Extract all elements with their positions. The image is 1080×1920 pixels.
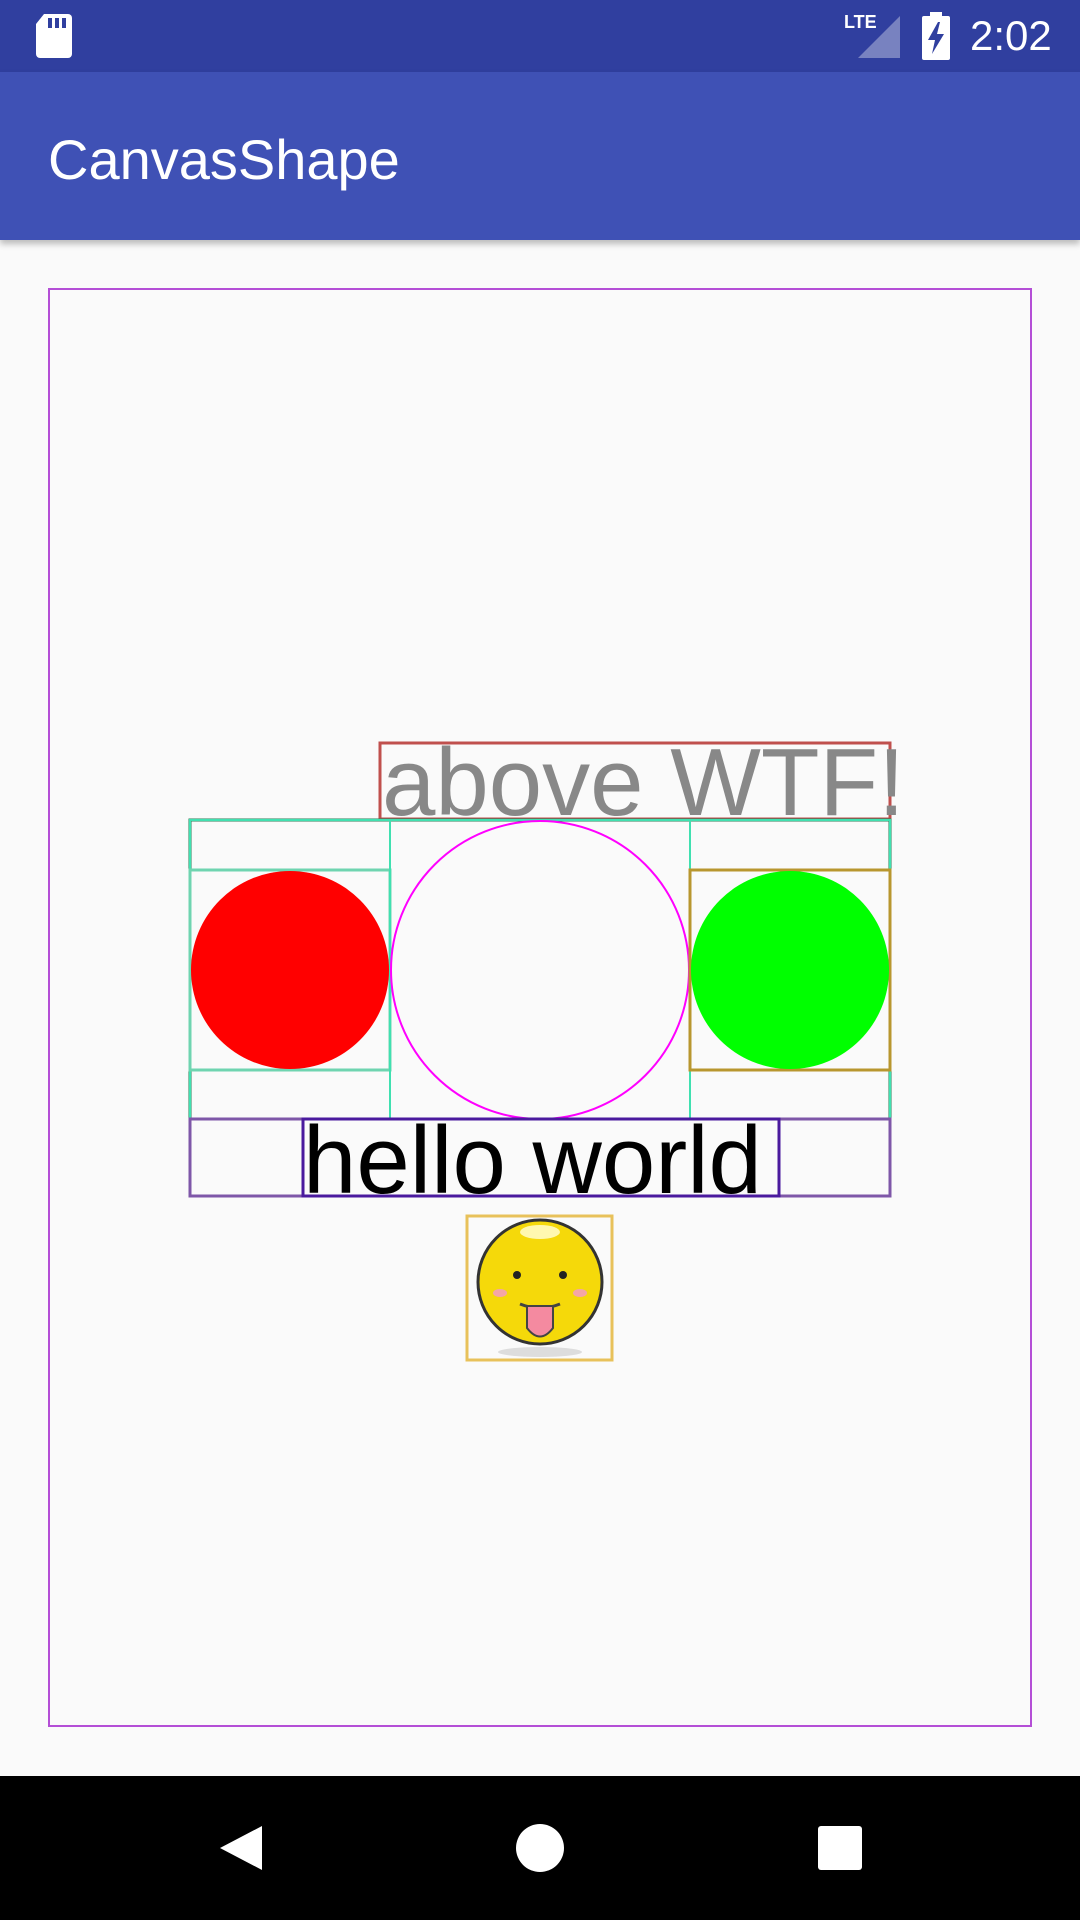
sd-card-icon [36,14,72,58]
bottom-text: hello world [303,1107,762,1214]
lte-signal-icon: LTE [844,12,900,58]
canvas-drawing: above WTF! hello world [48,288,1032,1727]
app-bar: CanvasShape [0,72,1080,240]
back-icon[interactable] [204,1812,276,1884]
home-icon[interactable] [504,1812,576,1884]
recents-icon[interactable] [804,1812,876,1884]
app-title: CanvasShape [48,128,400,191]
status-bar: LTE 2:02 [0,0,1080,72]
magenta-outline-circle [390,820,690,1120]
battery-charging-icon [922,12,950,60]
canvas-view[interactable]: above WTF! hello world [0,240,1080,1776]
status-clock: 2:02 [970,12,1052,59]
svg-text:LTE: LTE [844,12,877,32]
canvas-outer-frame [48,288,1032,1727]
tongue-out-smiley-icon [476,1218,604,1357]
navigation-bar [0,1776,1080,1920]
red-circle [191,871,389,1069]
screen: LTE 2:02 CanvasShape above WTF! hello wo… [0,0,1080,1920]
green-circle [691,871,889,1069]
